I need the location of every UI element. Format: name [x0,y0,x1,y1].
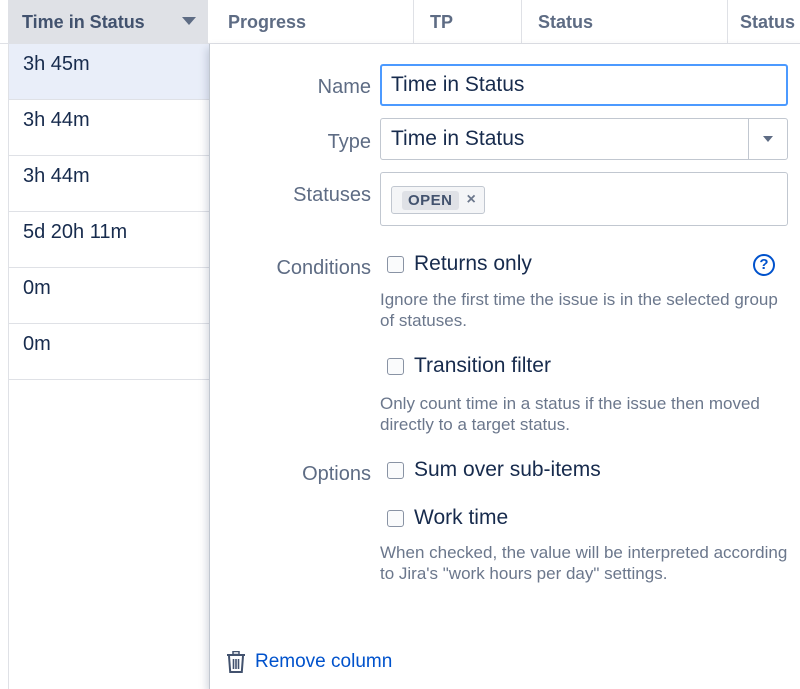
table-cell[interactable]: 3h 44m [9,100,209,156]
column-header-status[interactable]: Status [522,0,728,44]
name-label: Name [317,76,371,98]
type-select[interactable]: Time in Status [380,118,788,160]
conditions-label: Conditions [276,257,371,279]
returns-only-checkbox[interactable]: Returns only [387,252,532,276]
checkbox-label: Sum over sub-items [414,458,601,481]
checkbox-label: Work time [414,506,509,529]
type-label: Type [327,131,371,153]
type-select-value: Time in Status [391,127,525,150]
name-input[interactable]: Time in Status [380,64,788,106]
time-in-status-column: 3h 45m 3h 44m 3h 44m 5d 20h 11m 0m 0m [8,44,209,689]
close-icon[interactable]: × [467,191,476,209]
chevron-down-icon[interactable] [763,136,773,142]
remove-column-label: Remove column [255,651,393,672]
options-label: Options [302,463,371,485]
column-header-progress[interactable]: Progress [208,0,414,44]
transition-filter-checkbox[interactable]: Transition filter [387,354,551,378]
work-time-description: When checked, the value will be interpre… [380,543,788,583]
chevron-down-icon[interactable] [182,17,196,25]
column-header-status-2[interactable]: Status [728,0,800,44]
checkbox-box[interactable] [387,461,404,479]
column-header-time-in-status[interactable]: Time in Status [8,0,208,44]
checkbox-box[interactable] [387,509,404,527]
statuses-input[interactable]: OPEN × [380,172,788,226]
column-header-label: TP [430,11,454,32]
checkbox-box[interactable] [387,357,404,375]
status-lozenge: OPEN [402,190,459,210]
column-header-label: Progress [228,11,307,32]
status-tag[interactable]: OPEN × [391,186,485,214]
table-cell[interactable]: 0m [9,324,209,380]
checkbox-label: Returns only [414,252,532,275]
returns-only-description: Ignore the first time the issue is in th… [380,290,778,330]
column-header-label: Status [740,11,796,32]
table-header: Time in Status Progress TP Status Status [0,0,800,44]
select-divider [748,119,749,159]
table-cell[interactable]: 3h 44m [9,156,209,212]
statuses-label: Statuses [293,184,371,206]
column-header-label: Status [538,11,594,32]
work-time-checkbox[interactable]: Work time [387,506,508,530]
question-circle-icon[interactable]: ? [753,254,775,276]
remove-column-link[interactable]: Remove column [226,651,392,673]
column-header-tp[interactable]: TP [414,0,522,44]
transition-filter-description: Only count time in a status if the issue… [380,394,760,434]
column-header-label: Time in Status [22,11,145,32]
table-cell[interactable]: 5d 20h 11m [9,212,209,268]
checkbox-label: Transition filter [414,354,551,377]
trash-icon [227,651,245,673]
column-settings-panel: Name Time in Status Type Time in Status … [209,44,800,689]
table-cell[interactable]: 3h 45m [9,44,209,100]
sum-over-sub-items-checkbox[interactable]: Sum over sub-items [387,458,601,482]
table-cell[interactable]: 0m [9,268,209,324]
checkbox-box[interactable] [387,255,404,273]
